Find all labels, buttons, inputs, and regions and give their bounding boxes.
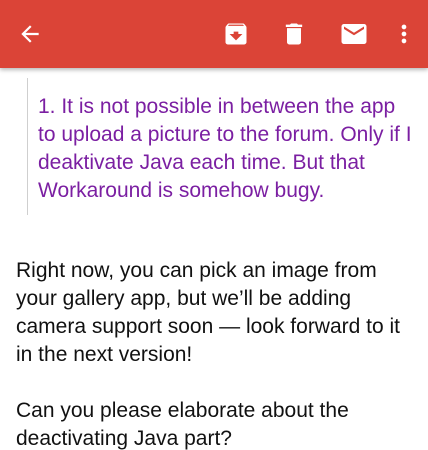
quoted-text-block: 1. It is not possible in between the app… [27, 78, 417, 215]
trash-icon [285, 23, 303, 45]
archive-icon [225, 23, 247, 45]
more-vertical-icon [401, 24, 407, 44]
top-app-bar [0, 0, 428, 68]
more-options-button[interactable] [380, 0, 428, 68]
delete-button[interactable] [270, 0, 318, 68]
reply-paragraph: Can you please elaborate about the deact… [16, 399, 349, 450]
arrow-left-icon [21, 25, 39, 43]
mail-icon [341, 24, 367, 44]
message-body: 1. It is not possible in between the app… [0, 68, 428, 450]
back-button[interactable] [6, 0, 54, 68]
reply-paragraph: Right now, you can pick an image from yo… [16, 259, 401, 366]
reply-text-block: Right now, you can pick an image from yo… [16, 257, 416, 450]
quoted-text: 1. It is not possible in between the app… [38, 95, 412, 202]
mark-unread-button[interactable] [330, 0, 378, 68]
archive-button[interactable] [212, 0, 260, 68]
